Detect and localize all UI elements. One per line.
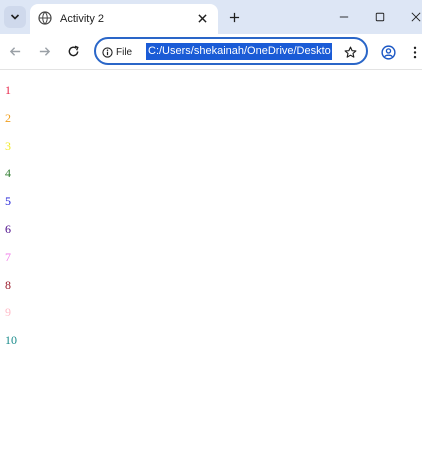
- reload-icon: [68, 45, 79, 56]
- profile-button[interactable]: [378, 42, 398, 62]
- minimize-icon: [339, 16, 349, 18]
- maximize-icon: [375, 12, 385, 22]
- profile-icon: [380, 44, 396, 60]
- forward-button[interactable]: [35, 42, 53, 60]
- globe-icon: [38, 11, 52, 25]
- bookmark-button[interactable]: [342, 44, 358, 60]
- arrow-left-icon: [9, 46, 20, 56]
- url-text[interactable]: C:/Users/shekainah/OneDrive/Deskto: [146, 43, 332, 60]
- menu-button[interactable]: [408, 42, 422, 62]
- new-tab-button[interactable]: [226, 9, 242, 25]
- info-icon: [102, 46, 113, 58]
- list-item: 8: [5, 277, 11, 292]
- window-close-button[interactable]: [408, 9, 422, 25]
- close-icon: [197, 13, 207, 23]
- list-item: 10: [5, 333, 17, 348]
- site-info-chip[interactable]: File: [102, 44, 132, 60]
- site-info-label: File: [116, 46, 133, 58]
- minimize-button[interactable]: [336, 9, 352, 25]
- page-content: 1 2 3 4 5 6 7 8 9 10: [0, 71, 422, 460]
- list-item: 3: [5, 138, 11, 153]
- maximize-button[interactable]: [372, 9, 388, 25]
- tab-activity-2[interactable]: Activity 2: [30, 4, 218, 34]
- list-item: 4: [5, 166, 11, 181]
- reload-button[interactable]: [64, 42, 82, 60]
- tab-strip: Activity 2: [0, 0, 422, 34]
- numbered-list: 1 2 3 4 5 6 7 8 9 10: [5, 83, 17, 361]
- close-icon: [411, 12, 421, 22]
- tab-search-button[interactable]: [4, 6, 26, 28]
- browser-toolbar: File C:/Users/shekainah/OneDrive/Deskto: [0, 34, 422, 70]
- address-bar[interactable]: File C:/Users/shekainah/OneDrive/Deskto: [94, 37, 368, 65]
- list-item: 9: [5, 305, 11, 320]
- list-item: 1: [5, 83, 11, 97]
- arrow-right-icon: [39, 46, 50, 56]
- back-button[interactable]: [6, 42, 24, 60]
- star-icon: [344, 46, 356, 58]
- chevron-down-icon: [10, 14, 20, 20]
- list-item: 6: [5, 221, 11, 236]
- kebab-menu-icon: [413, 46, 417, 58]
- plus-icon: [229, 12, 239, 22]
- tab-close-button[interactable]: [194, 10, 210, 26]
- list-item: 2: [5, 110, 11, 125]
- tab-title: Activity 2: [60, 13, 105, 25]
- list-item: 7: [5, 249, 11, 264]
- list-item: 5: [5, 194, 11, 209]
